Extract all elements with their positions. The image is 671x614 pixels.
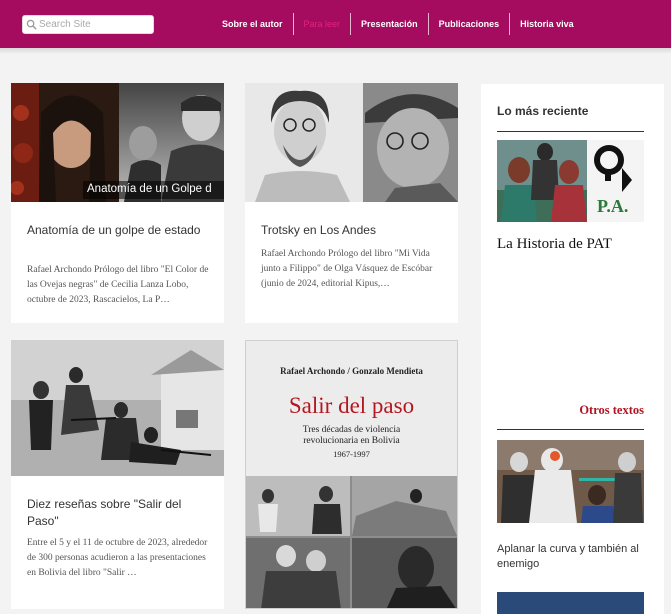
nav-para-leer[interactable]: Para leer <box>294 13 352 35</box>
post-title[interactable]: Trotsky en Los Andes <box>261 222 441 239</box>
others-heading: Otros textos <box>579 403 644 417</box>
post-image[interactable] <box>11 340 224 476</box>
next-post-image[interactable] <box>497 592 644 614</box>
recent-heading: Lo más reciente <box>497 104 589 118</box>
book-authors: Rafael Archondo / Gonzalo Mendieta <box>280 366 423 376</box>
post-excerpt: Rafael Archondo Prólogo del libro "Mi Vi… <box>261 249 433 289</box>
post-card[interactable]: Anatomía de un Golpe d Anatomía de un go… <box>11 83 224 323</box>
book-years: 1967-1997 <box>333 449 370 459</box>
others-divider <box>497 429 644 430</box>
content-area: Anatomía de un Golpe d Anatomía de un go… <box>0 54 671 614</box>
search-input[interactable] <box>39 17 149 32</box>
post-card[interactable]: Diez reseñas sobre "Salir del Paso" Entr… <box>11 340 224 609</box>
book-cover-image[interactable]: Rafael Archondo / Gonzalo Mendieta Salir… <box>245 340 458 609</box>
post-image[interactable] <box>245 83 458 202</box>
other-post-image[interactable] <box>497 440 644 523</box>
post-title[interactable]: Anatomía de un golpe de estado <box>27 222 207 239</box>
post-title[interactable]: Diez reseñas sobre "Salir del Paso" <box>27 496 207 530</box>
other-post-title[interactable]: Aplanar la curva y también al enemigo <box>497 542 657 572</box>
book-title: Salir del paso <box>288 393 415 418</box>
image-caption: Anatomía de un Golpe d <box>87 183 212 195</box>
search-icon <box>26 19 37 30</box>
recent-divider <box>497 131 644 132</box>
recent-logo-text: P.A. <box>597 196 629 216</box>
nav-historia-viva[interactable]: Historia viva <box>510 13 584 35</box>
post-excerpt: Entre el 5 y el 11 de octubre de 2023, a… <box>27 538 208 578</box>
search-box[interactable] <box>22 15 154 34</box>
post-image[interactable]: Anatomía de un Golpe d <box>11 83 224 202</box>
nav-publicaciones[interactable]: Publicaciones <box>429 13 511 35</box>
nav-sobre-el-autor[interactable]: Sobre el autor <box>212 13 294 35</box>
post-card[interactable]: Trotsky en Los Andes Rafael Archondo Pró… <box>245 83 458 323</box>
post-card[interactable]: Rafael Archondo / Gonzalo Mendieta Salir… <box>245 340 458 609</box>
nav-presentacion[interactable]: Presentación <box>351 13 429 35</box>
book-photo-collage <box>246 476 457 608</box>
sidebar: Lo más reciente P.A. La Historia de PAT <box>481 84 664 614</box>
post-excerpt: Rafael Archondo Prólogo del libro "El Co… <box>27 265 209 305</box>
top-bar: Sobre el autor Para leer Presentación Pu… <box>0 0 671 48</box>
book-subtitle: Tres décadas de violencia revolucionaria… <box>302 425 401 446</box>
main-nav: Sobre el autor Para leer Presentación Pu… <box>212 12 584 36</box>
recent-post-image[interactable]: P.A. <box>497 140 644 222</box>
recent-post-title[interactable]: La Historia de PAT <box>497 236 657 253</box>
